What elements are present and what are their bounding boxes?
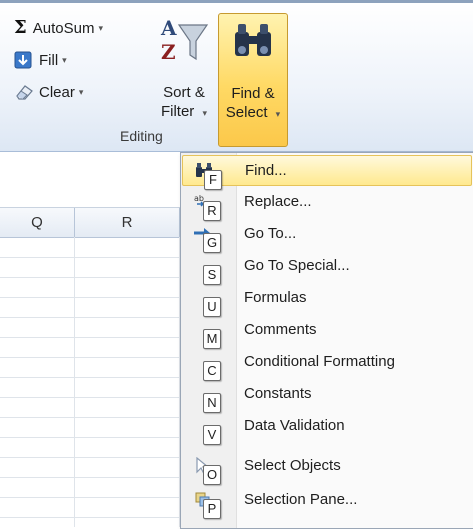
menu-item-replace[interactable]: ab R Replace...	[182, 187, 472, 221]
menu-item-label: Go To...	[244, 225, 297, 242]
grid-row-line	[0, 417, 190, 418]
chevron-down-icon: ▾	[98, 22, 103, 33]
keytip-v: V	[203, 425, 221, 445]
menu-item-find[interactable]: F Find...	[182, 155, 472, 190]
keytip-g: G	[203, 233, 221, 253]
grid-row-line	[0, 277, 190, 278]
grid-row-line	[0, 337, 190, 338]
binoculars-icon	[219, 14, 287, 66]
menu-item-label: Find...	[245, 162, 287, 179]
keytip-o: O	[203, 465, 221, 485]
clear-label: Clear	[39, 83, 75, 101]
keytip-m: M	[203, 329, 221, 349]
group-label-editing: Editing	[120, 128, 163, 144]
menu-item-label: Formulas	[244, 289, 307, 306]
sort-filter-label-1: Sort &	[163, 84, 205, 101]
grid-row-line	[0, 457, 190, 458]
chevron-down-icon: ▾	[275, 109, 281, 119]
keytip-r: R	[203, 201, 221, 221]
ribbon-editing-group: Σ AutoSum ▾ Fill ▾ Clear ▾ A Z Sort & Fi…	[0, 3, 473, 152]
sort-filter-label-2: Filter ▾	[152, 102, 216, 123]
autosum-label: AutoSum	[32, 19, 95, 37]
menu-item-label: Comments	[244, 321, 317, 338]
menu-item-selection-pane[interactable]: P Selection Pane...	[182, 485, 472, 519]
eraser-icon	[14, 83, 34, 101]
menu-item-formulas[interactable]: U Formulas	[182, 283, 472, 317]
menu-item-label: Go To Special...	[244, 257, 350, 274]
find-select-menu: F Find... ab R Replace... G Go To... S G…	[180, 152, 473, 529]
keytip-n: N	[203, 393, 221, 413]
menu-item-go-to-special[interactable]: S Go To Special...	[182, 251, 472, 285]
keytip-u: U	[203, 297, 221, 317]
grid-row-line	[0, 377, 190, 378]
grid-row-line	[0, 477, 190, 478]
grid-row-line	[0, 317, 190, 318]
autosum-button[interactable]: Σ AutoSum ▾	[14, 19, 103, 37]
chevron-down-icon: ▾	[78, 86, 84, 97]
menu-item-constants[interactable]: N Constants	[182, 379, 472, 413]
column-header-r[interactable]: R	[75, 208, 180, 238]
menu-item-label: Selection Pane...	[244, 491, 358, 508]
sort-filter-label-2-text: Filter	[160, 103, 195, 120]
menu-item-label: Data Validation	[244, 417, 345, 434]
menu-item-label: Conditional Formatting	[244, 353, 395, 370]
keytip-c: C	[203, 361, 221, 381]
keytip-p: P	[203, 499, 221, 519]
menu-item-label: Select Objects	[244, 457, 341, 474]
chevron-down-icon: ▾	[202, 108, 208, 118]
menu-item-label: Replace...	[244, 193, 312, 210]
find-select-button[interactable]: Find & Select ▾	[218, 13, 288, 147]
fill-down-icon	[14, 51, 34, 69]
grid-row-line	[0, 517, 190, 518]
grid-row-line	[0, 297, 190, 298]
menu-item-label: Constants	[244, 385, 312, 402]
keytip-s: S	[203, 265, 221, 285]
menu-item-select-objects[interactable]: O Select Objects	[182, 451, 472, 485]
column-header-q[interactable]: Q	[0, 208, 75, 238]
find-select-label-2: Select ▾	[219, 103, 287, 124]
grid-row-line	[0, 437, 190, 438]
grid-row-line	[0, 397, 190, 398]
menu-item-conditional-formatting[interactable]: C Conditional Formatting	[182, 347, 472, 381]
grid-row-line	[0, 357, 190, 358]
sort-filter-button[interactable]: A Z Sort & Filter ▾	[152, 13, 216, 145]
grid-column-line	[74, 237, 75, 527]
fill-label: Fill	[39, 51, 59, 69]
grid-row-line	[0, 497, 190, 498]
chevron-down-icon: ▾	[62, 54, 67, 65]
menu-item-comments[interactable]: M Comments	[182, 315, 472, 349]
sort-filter-icon: A Z	[152, 13, 216, 65]
sigma-icon: Σ	[14, 17, 27, 38]
svg-text:Z: Z	[161, 40, 176, 64]
fill-button[interactable]: Fill ▾	[14, 51, 67, 69]
clear-button[interactable]: Clear ▾	[14, 83, 83, 101]
grid-row-line	[0, 257, 190, 258]
svg-text:A: A	[160, 16, 177, 40]
find-select-label-1: Find &	[231, 85, 275, 102]
menu-item-go-to[interactable]: G Go To...	[182, 219, 472, 253]
find-select-label-2-text: Select	[225, 104, 268, 121]
menu-item-data-validation[interactable]: V Data Validation	[182, 411, 472, 445]
